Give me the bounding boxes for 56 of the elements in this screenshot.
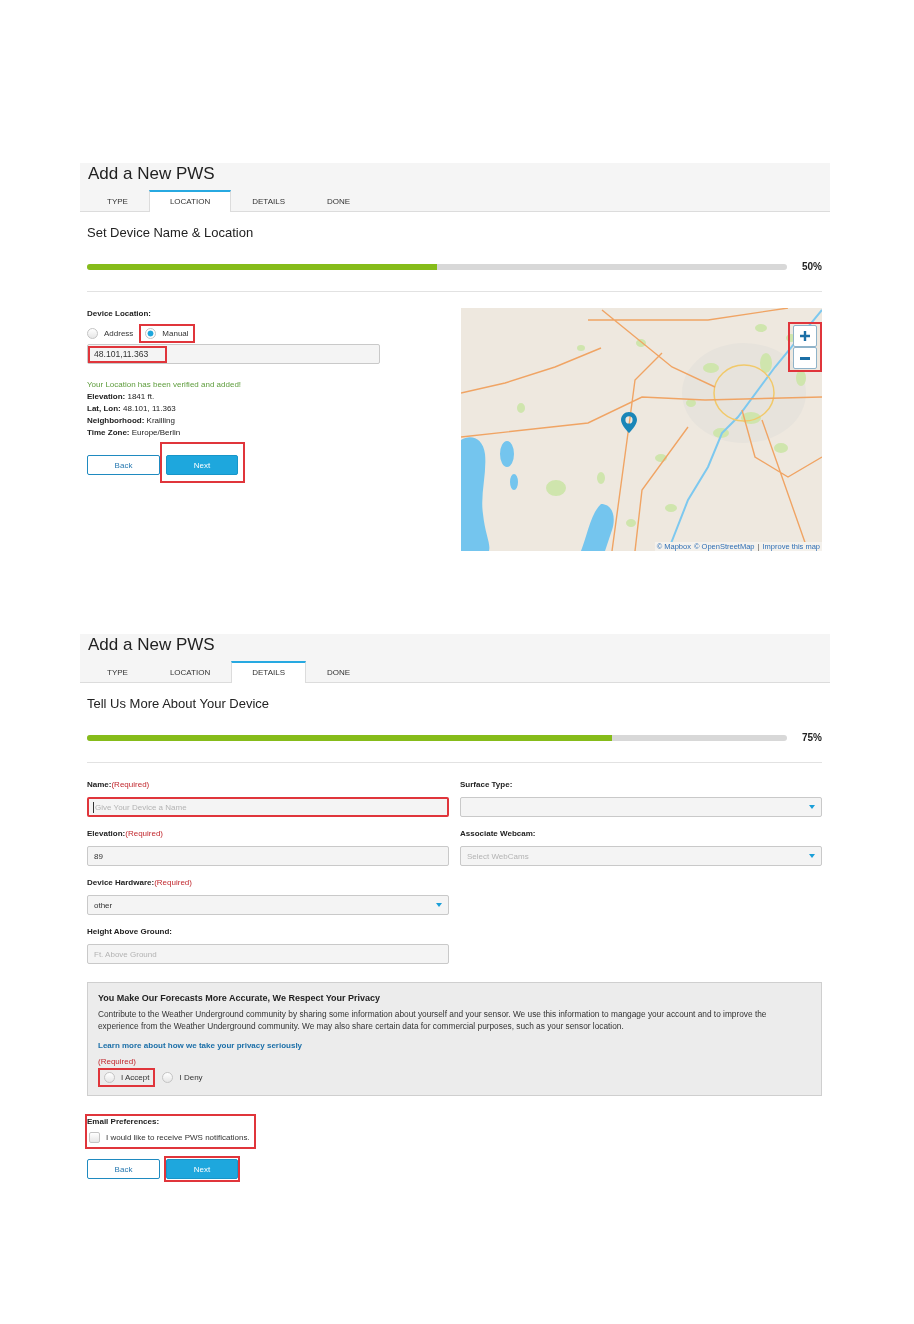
zoom-out-button[interactable] (793, 347, 817, 369)
radio-button[interactable] (162, 1072, 174, 1083)
radio-button[interactable] (87, 328, 98, 339)
zoom-in-button[interactable] (793, 325, 817, 347)
page-title: Add a New PWS (87, 634, 216, 656)
text-field[interactable]: 89 (87, 846, 449, 866)
option-label[interactable]: I Deny (179, 1072, 203, 1083)
dropdown[interactable]: other (87, 895, 449, 915)
section-heading: Set Device Name & Location (87, 225, 255, 241)
required-note: (Required) (111, 780, 150, 789)
option-label[interactable]: Address (104, 328, 134, 339)
required-note: (Required) (98, 1056, 137, 1068)
caret-icon (809, 854, 815, 858)
option-label[interactable]: I Accept (121, 1072, 150, 1083)
radio-button[interactable] (104, 1072, 115, 1083)
dropdown[interactable] (460, 797, 822, 817)
back-button[interactable]: Back (87, 1159, 160, 1179)
required-note: (Required) (125, 829, 164, 838)
page-title: Add a New PWS (87, 163, 216, 185)
field-value: 48.101,11.363 (94, 348, 149, 359)
map-pin-icon (621, 412, 637, 433)
field-label: Height Above Ground: (87, 927, 173, 936)
privacy-link[interactable]: Learn more about how we take your privacy seriously (98, 1040, 303, 1052)
detail-text: Lat, Lon: 48.101, 11.363 (87, 403, 177, 415)
detail-text: Neighborhood: Krailling (87, 415, 176, 427)
status-message: Your Location has been verified and added! (87, 379, 243, 391)
option-label[interactable]: I would like to receive PWS notifications. (106, 1132, 250, 1143)
section-label: Email Preferences: (87, 1116, 161, 1128)
tab[interactable]: DETAILS (231, 190, 306, 211)
tab[interactable]: DONE (305, 661, 372, 682)
tab[interactable]: DETAILS (231, 661, 306, 683)
required-note: (Required) (154, 878, 192, 887)
tab[interactable]: LOCATION (148, 661, 232, 682)
text-field[interactable]: 48.101,11.363 (87, 344, 380, 364)
tab[interactable]: DONE (305, 190, 372, 211)
checkbox[interactable] (89, 1132, 100, 1143)
detail-text: Time Zone: Europe/Berlin (87, 427, 182, 439)
caret-icon (436, 903, 442, 907)
caret-icon (809, 805, 815, 809)
field-label: Associate Webcam: (460, 829, 536, 838)
option-label[interactable]: Manual (162, 328, 189, 339)
back-button[interactable]: Back (87, 455, 160, 475)
privacy-title: You Make Our Forecasts More Accurate, We Respect Your Privacy (98, 992, 382, 1004)
progress-percent: 75% (801, 732, 822, 744)
minus-icon (800, 356, 810, 360)
detail-text: Elevation: 1841 ft. (87, 391, 156, 403)
radio-button[interactable] (145, 328, 157, 339)
tab[interactable]: TYPE (86, 661, 149, 682)
privacy-text: Contribute to the Weather Underground community by sharing some information about yourself and your sensor. We use this information to mangage your account and to improve the experience from the Weather Underground community. We may also share certain data for commercial purposes, such as your sensor location. (98, 1008, 768, 1032)
plus-icon (800, 331, 810, 341)
field-label: Surface Type: (460, 780, 513, 789)
tab[interactable]: TYPE (86, 190, 149, 211)
field-label: Device Location: (87, 308, 152, 320)
section-heading: Tell Us More About Your Device (87, 696, 271, 712)
progress-percent: 50% (801, 261, 822, 273)
tab[interactable]: LOCATION (148, 190, 232, 212)
